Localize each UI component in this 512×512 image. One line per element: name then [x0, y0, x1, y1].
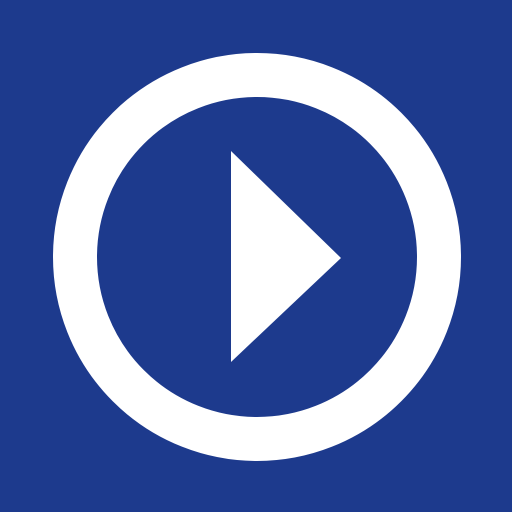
play-circle-icon[interactable] [0, 0, 512, 512]
play-triangle-icon [231, 151, 341, 362]
app-icon[interactable] [0, 0, 512, 512]
